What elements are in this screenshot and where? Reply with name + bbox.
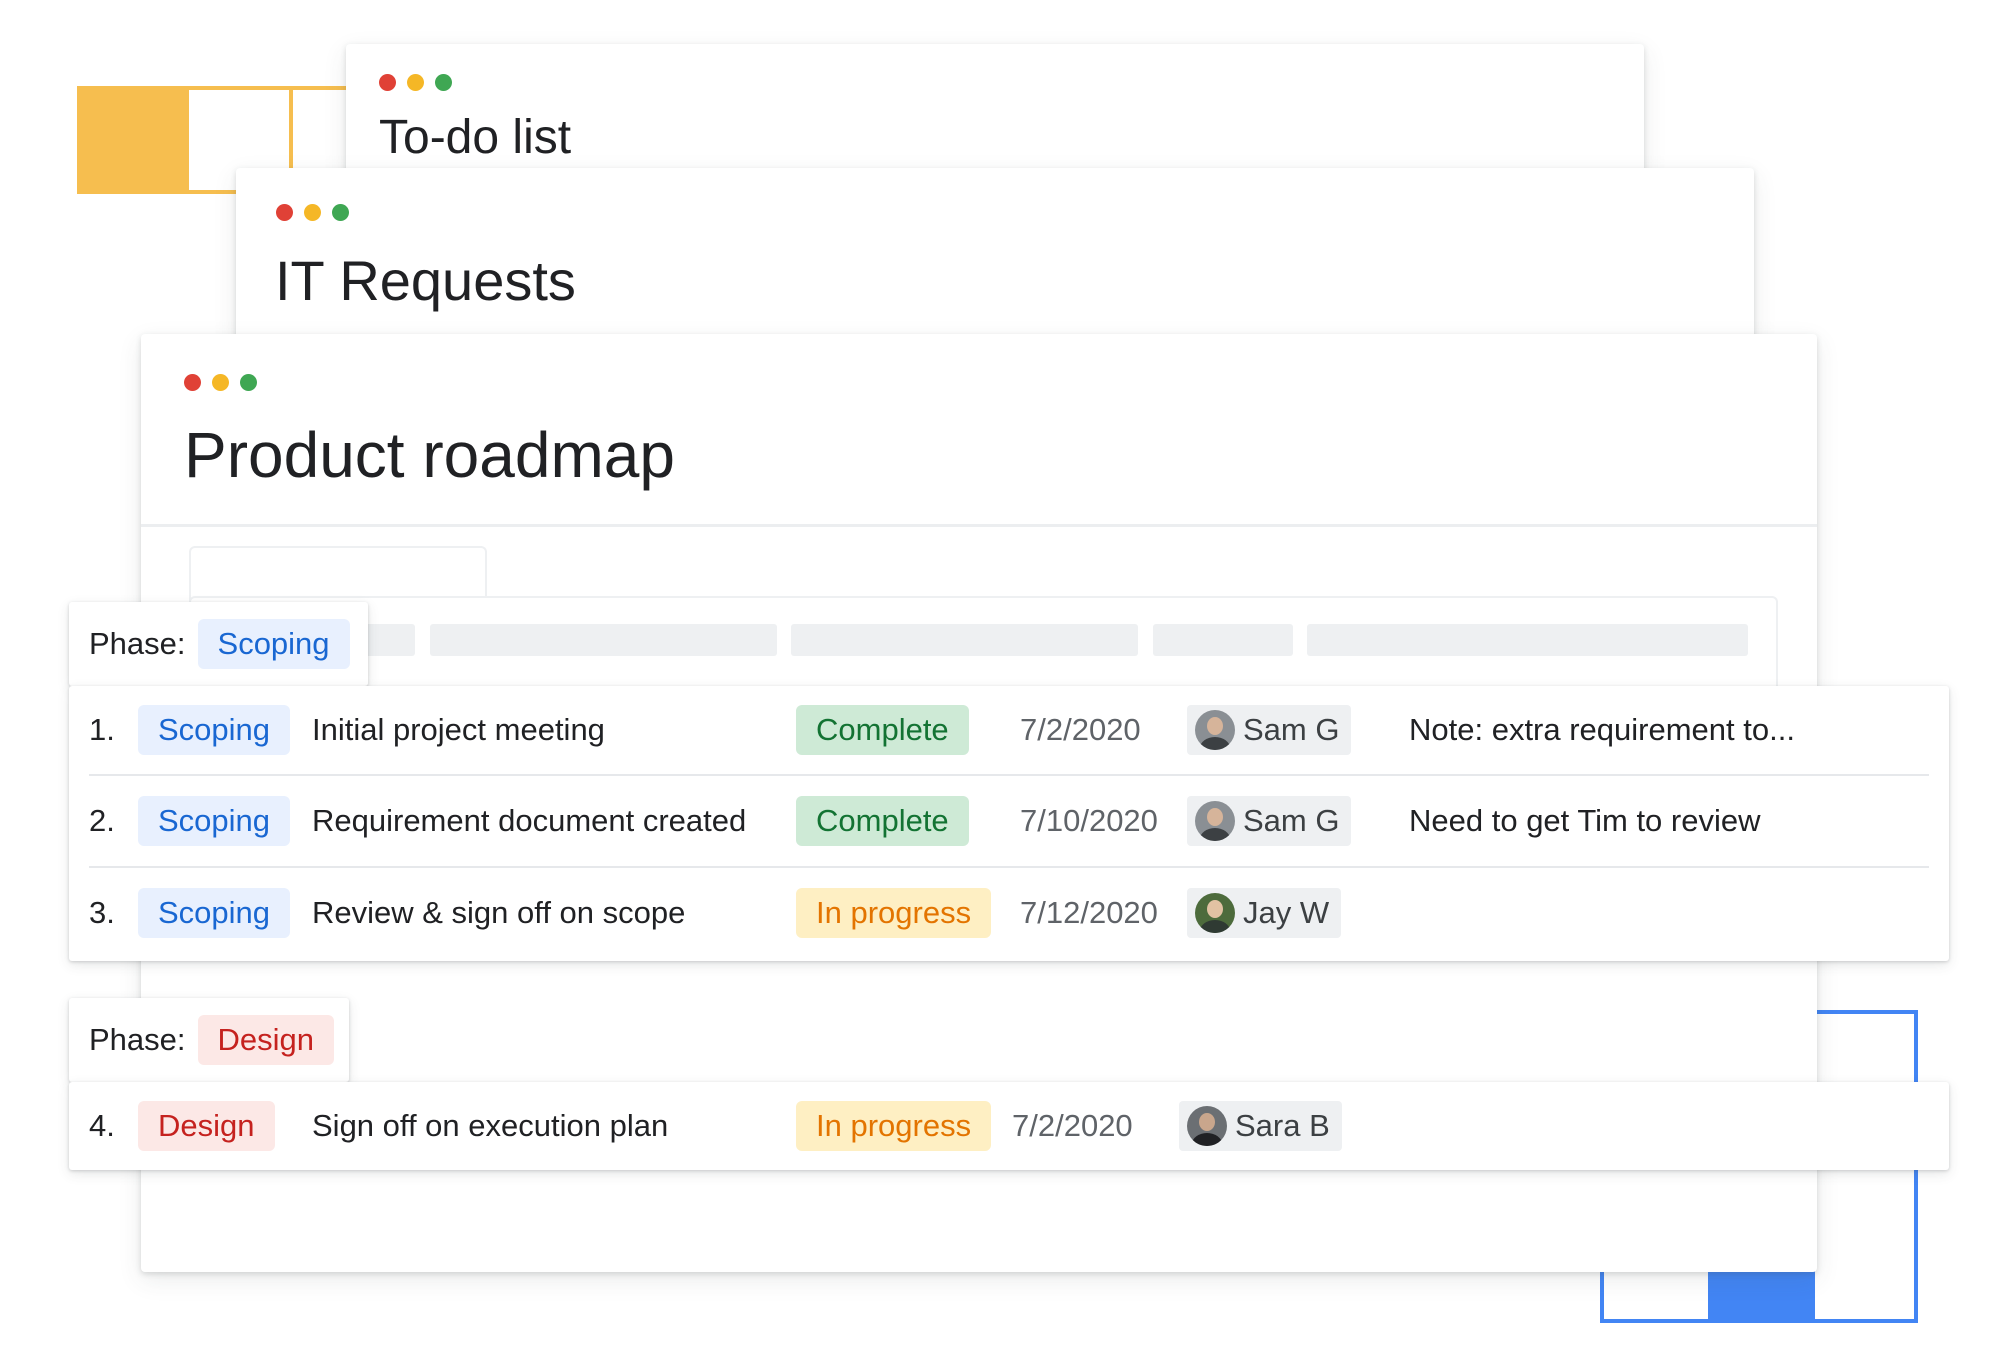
assignee-name: Jay W (1243, 895, 1330, 930)
close-dot-icon[interactable] (276, 204, 293, 221)
row-number: 3. (89, 895, 115, 930)
phase-header-design: Phase: Design (69, 998, 349, 1082)
row-number: 4. (89, 1108, 115, 1143)
maximize-dot-icon[interactable] (435, 74, 452, 91)
task-name[interactable]: Initial project meeting (312, 712, 605, 748)
scoping-task-table: 1. Scoping Initial project meeting Compl… (69, 686, 1949, 961)
due-date[interactable]: 7/10/2020 (1020, 803, 1158, 839)
task-name[interactable]: Sign off on execution plan (312, 1108, 668, 1144)
phase-chip[interactable]: Design (138, 1101, 275, 1151)
task-name[interactable]: Requirement document created (312, 803, 746, 839)
table-row[interactable]: 3. Scoping Review & sign off on scope In… (69, 868, 1949, 958)
phase-label: Phase: (89, 626, 186, 661)
assignee-name: Sara B (1235, 1108, 1330, 1143)
window-controls (379, 74, 452, 91)
phase-chip[interactable]: Scoping (197, 619, 350, 669)
table-row[interactable]: 1. Scoping Initial project meeting Compl… (69, 686, 1949, 774)
due-date[interactable]: 7/12/2020 (1020, 895, 1158, 931)
assignee-chip[interactable]: Sara B (1179, 1101, 1342, 1151)
note-text[interactable]: Need to get Tim to review (1409, 803, 1761, 839)
decorative-yellow-square (77, 86, 185, 194)
note-text[interactable]: Note: extra requirement to... (1409, 712, 1795, 748)
avatar (1195, 893, 1235, 933)
window-controls (184, 374, 257, 391)
assignee-chip[interactable]: Sam G (1187, 705, 1352, 755)
status-badge[interactable]: Complete (796, 796, 969, 846)
phase-chip[interactable]: Design (197, 1015, 335, 1065)
design-task-table: 4. Design Sign off on execution plan In … (69, 1082, 1949, 1170)
phase-chip[interactable]: Scoping (138, 888, 291, 938)
status-badge[interactable]: In progress (796, 1101, 992, 1151)
window-controls (276, 204, 349, 221)
task-name[interactable]: Review & sign off on scope (312, 895, 685, 931)
table-row[interactable]: 2. Scoping Requirement document created … (69, 776, 1949, 866)
placeholder-bar (791, 624, 1138, 656)
assignee-name: Sam G (1243, 803, 1340, 838)
window-title: IT Requests (275, 249, 576, 312)
placeholder-bar (1307, 624, 1748, 656)
placeholder-bar (365, 624, 415, 656)
assignee-chip[interactable]: Sam G (1187, 796, 1352, 846)
maximize-dot-icon[interactable] (332, 204, 349, 221)
minimize-dot-icon[interactable] (212, 374, 229, 391)
header-divider (141, 524, 1817, 527)
row-number: 1. (89, 712, 115, 747)
row-number: 2. (89, 803, 115, 838)
close-dot-icon[interactable] (184, 374, 201, 391)
phase-chip[interactable]: Scoping (138, 796, 291, 846)
minimize-dot-icon[interactable] (304, 204, 321, 221)
due-date[interactable]: 7/2/2020 (1012, 1108, 1133, 1144)
window-title: Product roadmap (184, 419, 675, 491)
placeholder-bar (1153, 624, 1293, 656)
maximize-dot-icon[interactable] (240, 374, 257, 391)
phase-header-scoping: Phase: Scoping (69, 602, 368, 686)
window-title: To-do list (379, 111, 572, 164)
assignee-chip[interactable]: Jay W (1187, 888, 1342, 938)
table-row[interactable]: 4. Design Sign off on execution plan In … (69, 1082, 1949, 1170)
status-badge[interactable]: Complete (796, 705, 969, 755)
placeholder-bar (430, 624, 777, 656)
phase-label: Phase: (89, 1022, 186, 1057)
due-date[interactable]: 7/2/2020 (1020, 712, 1141, 748)
status-badge[interactable]: In progress (796, 888, 992, 938)
minimize-dot-icon[interactable] (407, 74, 424, 91)
close-dot-icon[interactable] (379, 74, 396, 91)
avatar (1187, 1106, 1227, 1146)
assignee-name: Sam G (1243, 712, 1340, 747)
avatar (1195, 710, 1235, 750)
phase-chip[interactable]: Scoping (138, 705, 291, 755)
avatar (1195, 801, 1235, 841)
